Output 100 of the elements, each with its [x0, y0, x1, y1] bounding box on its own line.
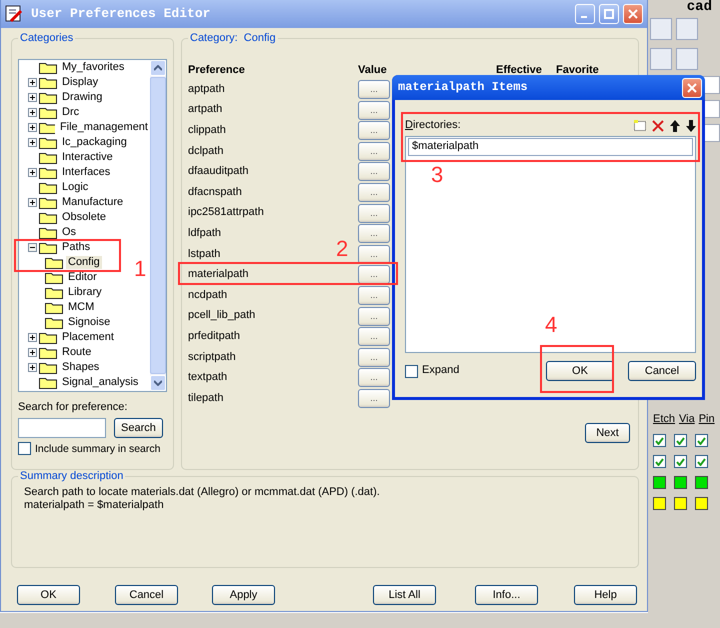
folder-icon: [39, 121, 55, 134]
ok-button[interactable]: OK: [546, 361, 614, 381]
color-swatch[interactable]: [653, 476, 666, 489]
tree-item[interactable]: Interactive: [60, 151, 115, 164]
expand-icon[interactable]: [28, 198, 36, 208]
browse-button[interactable]: ...: [358, 388, 390, 408]
checkbox[interactable]: [653, 434, 666, 447]
browse-button[interactable]: ...: [358, 265, 390, 284]
close-icon[interactable]: [687, 82, 697, 92]
browse-button[interactable]: ...: [358, 182, 390, 202]
scroll-down-icon[interactable]: [150, 375, 166, 392]
browse-button[interactable]: ...: [358, 100, 390, 120]
folder-icon: [39, 166, 57, 180]
dialog-button[interactable]: OK: [17, 585, 80, 605]
browse-button[interactable]: ...: [358, 244, 390, 264]
checkbox[interactable]: [653, 455, 666, 468]
tree-item[interactable]: Display: [60, 76, 100, 90]
browse-button[interactable]: ...: [358, 306, 390, 326]
tree-item[interactable]: Interfaces: [60, 166, 112, 180]
close-icon[interactable]: [628, 9, 638, 19]
tree-item[interactable]: Signoise: [66, 316, 112, 330]
browse-button[interactable]: ...: [358, 142, 390, 161]
minimize-button[interactable]: [575, 4, 595, 24]
up-arrow-icon[interactable]: [670, 120, 680, 132]
color-swatch[interactable]: [653, 497, 666, 510]
next-button[interactable]: Next: [585, 422, 630, 443]
tree-item[interactable]: File_management: [58, 121, 150, 134]
color-swatch[interactable]: [695, 497, 708, 510]
dialog-button[interactable]: Info...: [475, 585, 538, 605]
tree-item[interactable]: My_favorites: [60, 61, 126, 74]
maximize-button[interactable]: [599, 4, 619, 24]
tree-item[interactable]: Obsolete: [60, 211, 108, 224]
delete-icon[interactable]: [652, 120, 664, 132]
search-button[interactable]: Search: [114, 418, 163, 438]
color-swatch[interactable]: [674, 476, 687, 489]
tree-item[interactable]: Placement: [60, 331, 116, 344]
dialog-button[interactable]: Help: [574, 585, 637, 605]
folder-icon: [39, 61, 57, 74]
browse-button[interactable]: ...: [358, 348, 390, 367]
tree-item[interactable]: Editor: [66, 271, 99, 284]
tree-item[interactable]: Manufacture: [60, 196, 126, 210]
expand-icon[interactable]: [28, 93, 36, 102]
dialog-title: materialpath Items: [398, 80, 528, 95]
browse-button[interactable]: ...: [358, 368, 390, 388]
expand-icon[interactable]: [28, 138, 36, 148]
expand-icon[interactable]: [28, 123, 36, 132]
cancel-button[interactable]: Cancel: [628, 361, 696, 381]
folder-icon: [39, 331, 57, 344]
browse-button[interactable]: ...: [358, 286, 390, 305]
tree-item[interactable]: MCM: [66, 301, 96, 314]
dialog-button[interactable]: List All: [373, 585, 436, 605]
browse-button[interactable]: ...: [358, 121, 390, 140]
directory-item[interactable]: $materialpath: [408, 138, 693, 156]
checkbox[interactable]: [405, 364, 418, 378]
tree-item[interactable]: Config: [66, 256, 102, 270]
expand-icon[interactable]: [28, 333, 36, 342]
checkbox-label: Expand: [422, 364, 460, 378]
expand-icon[interactable]: [28, 168, 36, 178]
close-button[interactable]: [623, 4, 643, 24]
folder-icon: [39, 91, 57, 104]
tree-item[interactable]: Library: [66, 286, 104, 300]
expand-icon[interactable]: [28, 108, 36, 118]
browse-button[interactable]: ...: [358, 162, 390, 182]
collapse-icon[interactable]: [28, 243, 36, 252]
summary-text: materialpath = $materialpath: [24, 499, 165, 513]
tree-item[interactable]: Paths: [60, 241, 92, 254]
tree-item[interactable]: Drawing: [60, 91, 104, 104]
close-button[interactable]: [682, 78, 702, 98]
checkbox[interactable]: [695, 455, 708, 468]
color-swatch[interactable]: [674, 497, 687, 510]
tree-item[interactable]: Signal_analysis: [60, 376, 140, 390]
expand-icon[interactable]: [28, 363, 36, 372]
new-item-icon[interactable]: [634, 120, 646, 131]
scroll-up-icon[interactable]: [150, 60, 166, 76]
dialog-button[interactable]: Cancel: [115, 585, 178, 605]
tree-item[interactable]: Logic: [60, 181, 90, 194]
down-arrow-icon[interactable]: [686, 120, 696, 132]
checkbox[interactable]: [18, 442, 31, 456]
color-swatch[interactable]: [695, 476, 708, 489]
tree-item[interactable]: Ic_packaging: [60, 136, 129, 150]
tree-item[interactable]: Route: [60, 346, 94, 360]
dialog-button[interactable]: Apply: [212, 585, 275, 605]
folder-icon: [39, 226, 57, 240]
browse-button[interactable]: ...: [358, 204, 390, 223]
browse-button[interactable]: ...: [358, 224, 390, 244]
tree-item[interactable]: Shapes: [60, 361, 102, 374]
column-header: Via: [679, 412, 695, 426]
folder-icon: [45, 271, 63, 284]
tree-item[interactable]: Drc: [60, 106, 82, 120]
browse-button[interactable]: ...: [358, 80, 390, 99]
expand-icon[interactable]: [28, 78, 36, 88]
checkbox[interactable]: [674, 455, 687, 468]
browse-button[interactable]: ...: [358, 327, 390, 346]
checkbox[interactable]: [695, 434, 708, 447]
expand-icon[interactable]: [28, 348, 36, 358]
preference-name: dfaauditpath: [188, 165, 249, 178]
checkbox[interactable]: [674, 434, 687, 447]
annotation-number: 4: [545, 314, 558, 336]
tree-item[interactable]: Os: [60, 226, 78, 240]
search-field[interactable]: [18, 418, 106, 438]
